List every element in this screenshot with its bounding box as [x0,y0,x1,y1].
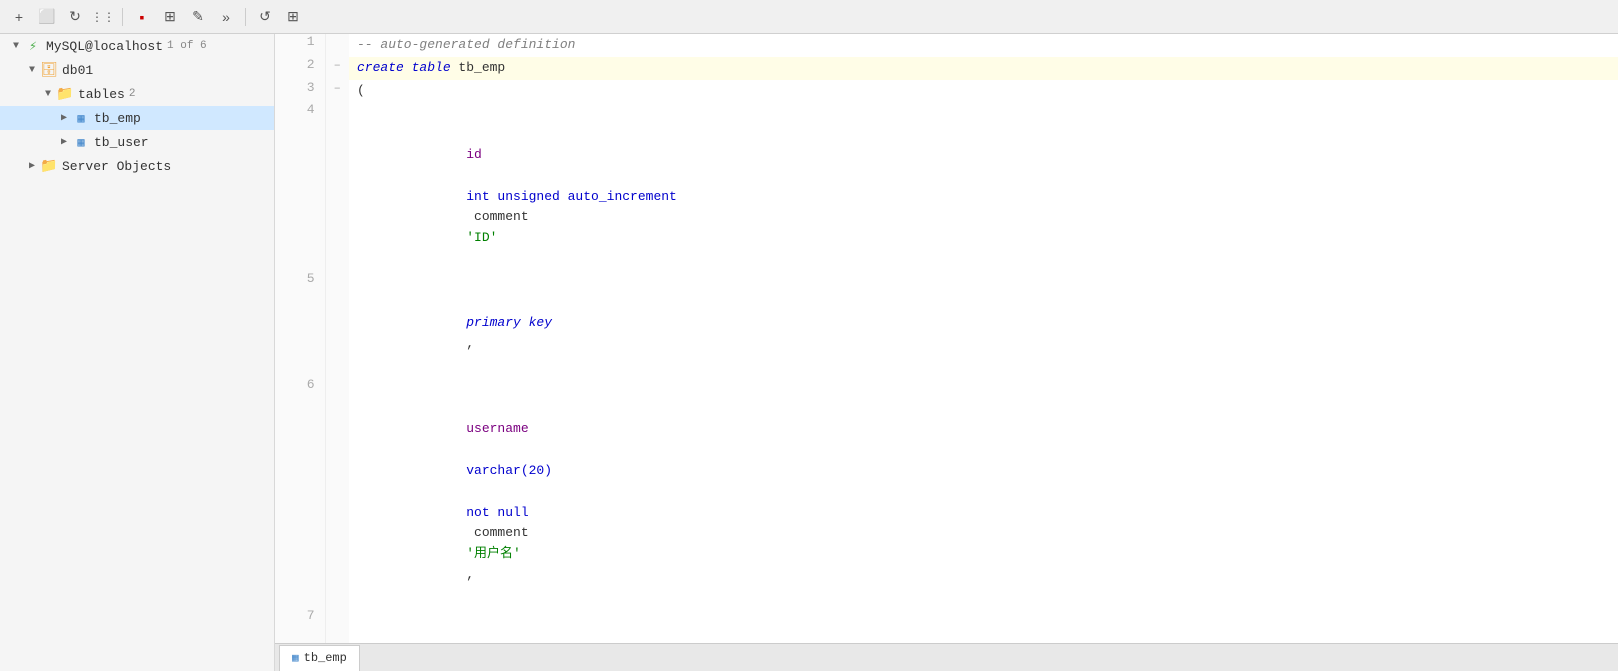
line-num-6: 6 [275,377,325,608]
line-row-3: 3 – ( [275,80,1618,103]
toolbar: + ⬜ ↻ ⋮⋮ ▪ ⊞ ✎ » ↺ ⊞ [0,0,1618,34]
table-icon-emp: ▦ [72,109,90,127]
line-row-1: 1 -- auto-generated definition [275,34,1618,57]
line-num-3: 3 [275,80,325,103]
fold-icon-3[interactable]: – [334,81,341,95]
tables-arrow: ▼ [40,86,56,102]
sidebar: ▼ ⚡ MySQL@localhost 1 of 6 ▼ 🗄 db01 ▼ 📁 … [0,34,275,671]
server-objects-arrow: ▶ [24,158,40,174]
line-row-7: 7 password varchar(32) default '123456' [275,608,1618,643]
line-row-6: 6 username varchar(20) not null comment [275,377,1618,608]
table-icon-user: ▦ [72,133,90,151]
sidebar-item-tables[interactable]: ▼ 📁 tables 2 [0,82,274,106]
str-id: 'ID' [466,230,497,245]
line-num-7: 7 [275,608,325,643]
db01-label: db01 [62,63,93,78]
spaces-4a [466,168,560,183]
type-int: int unsigned auto_increment [466,189,677,204]
connection-icon: ⚡ [24,37,42,55]
sidebar-item-db01[interactable]: ▼ 🗄 db01 [0,58,274,82]
tab-table-icon: ▦ [292,651,299,665]
fold-icon-2[interactable]: – [334,58,341,72]
connection-label: MySQL@localhost [46,39,163,54]
stop-red-button[interactable]: ▪ [131,6,153,28]
db01-arrow: ▼ [24,62,40,78]
edit-button[interactable]: ✎ [187,6,209,28]
line-row-4: 4 id int unsigned auto_increment comment… [275,102,1618,270]
line-gutter-7 [325,608,349,643]
tab-bar: ▦ tb_emp [275,643,1618,671]
line-gutter-4 [325,102,349,270]
tables-count: 2 [129,88,136,100]
separator-2 [245,8,246,26]
open-paren: ( [357,83,365,98]
grid-button[interactable]: ⊞ [159,6,181,28]
tb-emp-label: tb_emp [94,111,141,126]
tables-label: tables [78,87,125,102]
line-gutter-1 [325,34,349,57]
code-area[interactable]: 1 -- auto-generated definition 2 – creat… [275,34,1618,643]
col-id: id [466,147,482,162]
tb-user-label: tb_user [94,135,149,150]
line-gutter-2: – [325,57,349,80]
tab-tb-emp[interactable]: ▦ tb_emp [279,645,360,671]
line-num-2: 2 [275,57,325,80]
more-button[interactable]: ⋮⋮ [92,6,114,28]
tab-label: tb_emp [304,651,347,665]
line-num-4: 4 [275,102,325,270]
kw-not-null-6: not null [466,505,528,520]
main-layout: ▼ ⚡ MySQL@localhost 1 of 6 ▼ 🗄 db01 ▼ 📁 … [0,34,1618,671]
comment-text: -- auto-generated definition [357,37,575,52]
add-button[interactable]: + [8,6,30,28]
sp-6a [466,442,497,457]
kw-create: create table [357,60,458,75]
sidebar-item-tb-emp[interactable]: ▶ ▦ tb_emp [0,106,274,130]
tb-emp-arrow: ▶ [56,110,72,126]
execute-button[interactable]: ↺ [254,6,276,28]
sidebar-item-server-objects[interactable]: ▶ 📁 Server Objects [0,154,274,178]
code-line-1: -- auto-generated definition [349,34,1618,57]
sp-6b [466,484,653,499]
line-num-5: 5 [275,271,325,377]
comma-6: , [466,567,474,582]
folder-icon: 📁 [56,85,74,103]
table-view-button[interactable]: ⊞ [282,6,304,28]
table-name: tb_emp [458,60,505,75]
kw-primary: primary key [466,315,552,330]
code-line-7: password varchar(32) default '123456' nu… [349,608,1618,643]
comment-kw-4: comment [466,209,536,224]
comma-5: , [466,336,474,351]
overflow-button[interactable]: » [215,6,237,28]
sidebar-item-tb-user[interactable]: ▶ ▦ tb_user [0,130,274,154]
server-objects-icon: 📁 [40,157,58,175]
line-row-2: 2 – create table tb_emp [275,57,1618,80]
tb-user-arrow: ▶ [56,134,72,150]
line-gutter-6 [325,377,349,608]
db-icon: 🗄 [40,61,58,79]
line-num-1: 1 [275,34,325,57]
comment-kw-6: comment [466,525,536,540]
stop-button[interactable]: ⬜ [36,6,58,28]
code-table: 1 -- auto-generated definition 2 – creat… [275,34,1618,643]
connection-badge: 1 of 6 [167,40,207,52]
code-line-6: username varchar(20) not null comment '用… [349,377,1618,608]
line-gutter-3: – [325,80,349,103]
refresh-button[interactable]: ↻ [64,6,86,28]
col-username: username [466,421,528,436]
connection-arrow: ▼ [8,38,24,54]
line-gutter-5 [325,271,349,377]
str-username: '用户名' [466,546,521,561]
server-objects-label: Server Objects [62,159,171,174]
code-line-2: create table tb_emp [349,57,1618,80]
code-line-5: primary key , [349,271,1618,377]
sidebar-item-connection[interactable]: ▼ ⚡ MySQL@localhost 1 of 6 [0,34,274,58]
editor-container: 1 -- auto-generated definition 2 – creat… [275,34,1618,671]
code-line-4: id int unsigned auto_increment comment '… [349,102,1618,270]
separator-1 [122,8,123,26]
type-varchar-20: varchar(20) [466,463,552,478]
code-line-3: ( [349,80,1618,103]
line-row-5: 5 primary key , [275,271,1618,377]
